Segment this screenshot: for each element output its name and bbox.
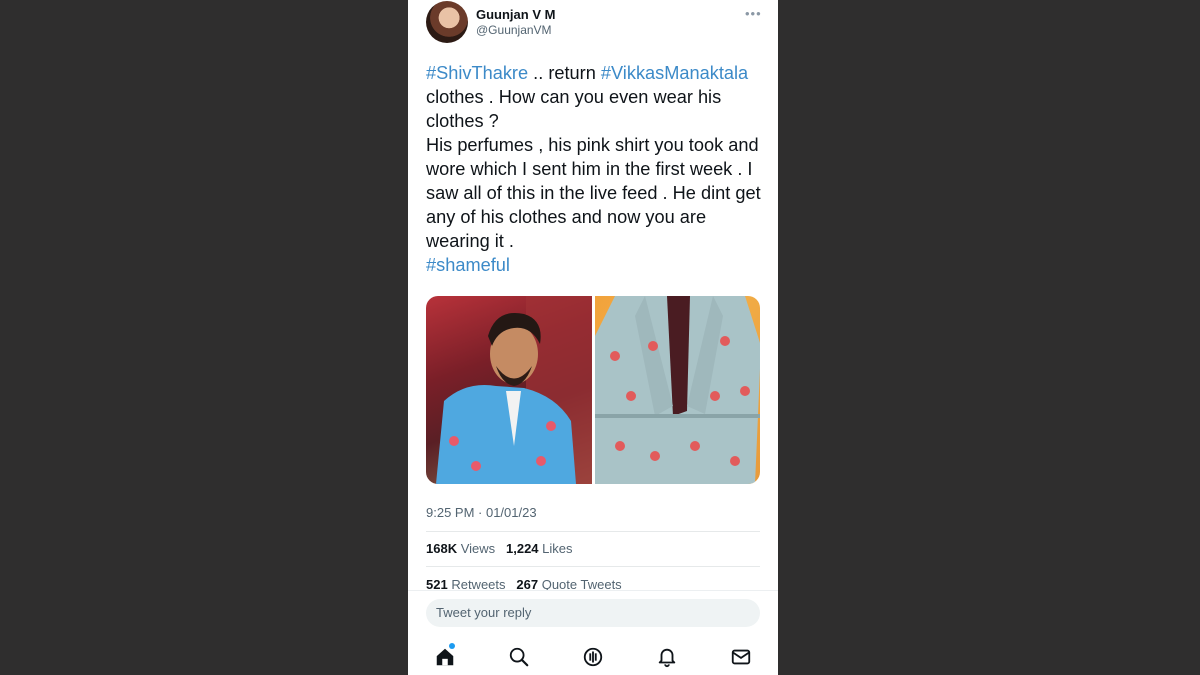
reply-input[interactable]: Tweet your reply — [426, 599, 760, 627]
hashtag-link[interactable]: #shameful — [426, 255, 510, 275]
avatar[interactable] — [426, 1, 468, 43]
spaces-icon[interactable] — [582, 646, 604, 668]
tweet-media[interactable] — [426, 296, 760, 484]
photo-illustration — [594, 296, 760, 484]
author-handle[interactable]: @GuunjanVM — [476, 23, 552, 37]
home-icon[interactable] — [434, 646, 456, 668]
notification-dot — [449, 643, 455, 649]
likes-label[interactable]: Likes — [542, 541, 572, 556]
tweet-text-part: .. return — [528, 63, 601, 83]
photo-man-in-floral-suit[interactable] — [426, 296, 592, 484]
notifications-icon[interactable] — [656, 646, 678, 668]
more-options-icon[interactable]: ••• — [745, 6, 762, 21]
messages-icon[interactable] — [730, 646, 752, 668]
divider — [426, 531, 760, 532]
author-name[interactable]: Guunjan V M — [476, 7, 555, 22]
hashtag-link[interactable]: #ShivThakre — [426, 63, 528, 83]
views-count: 168K — [426, 541, 458, 556]
likes-count[interactable]: 1,224 — [506, 541, 539, 556]
hashtag-link[interactable]: #VikkasManaktala — [601, 63, 748, 83]
tweet-text-part: clothes . How can you even wear his clot… — [426, 87, 722, 131]
search-icon[interactable] — [508, 646, 530, 668]
tweet-text: #ShivThakre .. return #VikkasManaktala c… — [426, 61, 766, 277]
divider — [426, 566, 760, 567]
photo-floral-suit[interactable] — [594, 296, 760, 484]
views-likes-row: 168K Views 1,224 Likes — [426, 541, 573, 556]
tweet-text-part: His perfumes , his pink shirt you took a… — [426, 135, 761, 251]
photo-illustration — [436, 296, 592, 484]
tweet-screen: Guunjan V M @GuunjanVM ••• #ShivThakre .… — [408, 0, 778, 675]
views-label: Views — [460, 541, 496, 556]
reply-bar: Tweet your reply — [408, 590, 778, 675]
tweet-timestamp[interactable]: 9:25 PM · 01/01/23 — [426, 505, 537, 520]
